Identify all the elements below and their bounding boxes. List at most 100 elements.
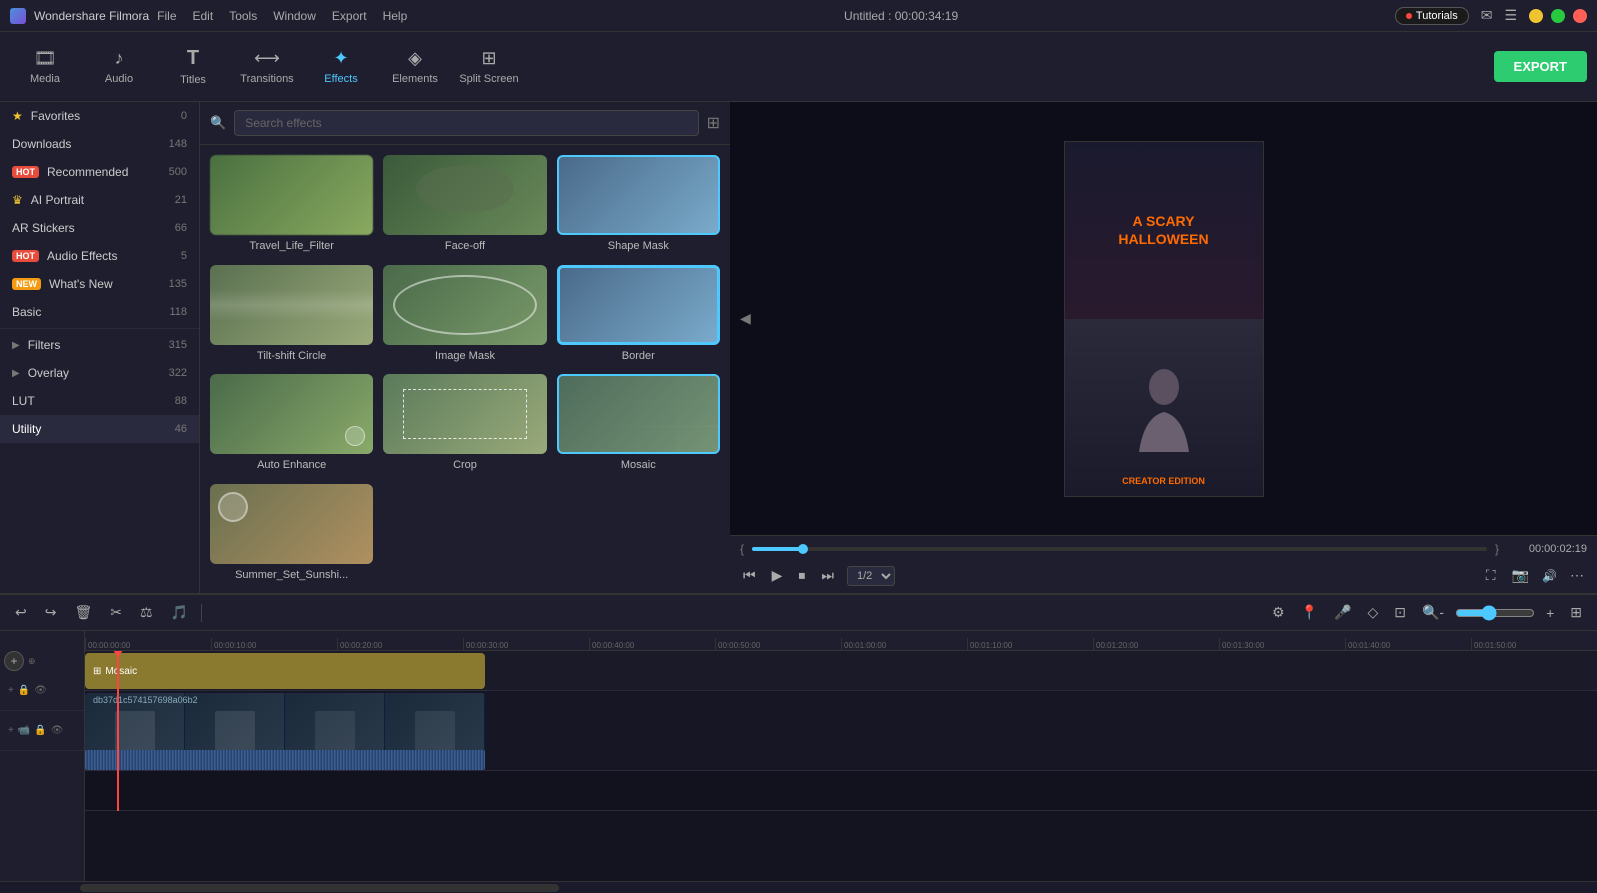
panel-item-downloads[interactable]: Downloads 148 — [0, 130, 199, 158]
elements-icon: ◈ — [408, 48, 422, 69]
skip-forward-button[interactable]: ⏭ — [818, 564, 837, 587]
voice-button[interactable]: 🎤 — [1329, 602, 1356, 623]
tool-transitions[interactable]: ⟷ Transitions — [232, 37, 302, 97]
speed-select[interactable]: 1/2 1/4 1 — [847, 566, 895, 586]
panel-item-utility[interactable]: Utility 46 — [0, 415, 199, 443]
progress-handle[interactable] — [798, 544, 808, 554]
ruler-mark-6: 00:01:00:00 — [841, 638, 967, 650]
tool-media[interactable]: 🎞 Media — [10, 37, 80, 97]
panel-item-favorites[interactable]: ★ Favorites 0 — [0, 102, 199, 130]
tool-audio-label: Audio — [105, 73, 133, 85]
tool-effects[interactable]: ✦ Effects — [306, 37, 376, 97]
panel-item-whats-new[interactable]: NEW What's New 135 — [0, 270, 199, 298]
fit-button[interactable]: ⊞ — [1565, 602, 1587, 623]
zoom-slider[interactable] — [1455, 605, 1535, 621]
effect-card-tilt-shift[interactable]: Tilt-shift Circle — [210, 265, 373, 365]
track-video-lock-icon[interactable]: 🔒 — [34, 725, 46, 736]
track-video-eye-icon[interactable]: 👁 — [51, 725, 64, 736]
tool-elements[interactable]: ◈ Elements — [380, 37, 450, 97]
adjust-button[interactable]: ⚖ — [135, 602, 158, 623]
cut-button[interactable]: ✂ — [105, 602, 127, 623]
track-effect-add-icon[interactable]: + — [8, 685, 14, 696]
keyframe-button[interactable]: ◇ — [1362, 602, 1383, 623]
progress-bar[interactable] — [752, 547, 1487, 551]
effect-card-shape-mask[interactable]: Shape Mask — [557, 155, 720, 255]
minimize-button[interactable] — [1529, 9, 1543, 23]
audio-trim-button[interactable]: 🎵 — [166, 602, 193, 623]
mosaic-clip[interactable]: ⊞ Mosaic — [85, 653, 485, 689]
progress-bar-container: { } 00:00:02:19 — [740, 542, 1587, 556]
panel-count-ai-portrait: 21 — [175, 194, 187, 206]
tool-split-screen[interactable]: ⊞ Split Screen — [454, 37, 524, 97]
timeline-scrollbar[interactable] — [0, 881, 1597, 893]
export-button[interactable]: EXPORT — [1494, 51, 1587, 82]
track-row-video: db37d1c574157698a06b2 — [85, 691, 1597, 771]
effect-card-crop[interactable]: Crop — [383, 374, 546, 474]
tutorials-button[interactable]: Tutorials — [1395, 7, 1469, 25]
effect-card-image-mask[interactable]: Image Mask — [383, 265, 546, 365]
track-settings-button[interactable]: ⚙ — [1267, 602, 1290, 623]
tool-titles[interactable]: T Titles — [158, 37, 228, 97]
recommended-left: HOT Recommended — [12, 165, 128, 179]
progress-fill — [752, 547, 803, 551]
timeline-ruler: 00:00:00:00 00:00:10:00 00:00:20:00 00:0… — [85, 631, 1597, 651]
maximize-button[interactable] — [1551, 9, 1565, 23]
zoom-out-button[interactable]: 🔍- — [1417, 602, 1449, 623]
fullscreen-button[interactable]: ⛶ — [1483, 564, 1499, 587]
menu-window[interactable]: Window — [273, 9, 316, 23]
zoom-in-button[interactable]: + — [1541, 603, 1559, 623]
scroll-thumb[interactable] — [80, 884, 559, 892]
close-button[interactable] — [1573, 9, 1587, 23]
snapshot-button[interactable]: 📷 — [1509, 564, 1532, 587]
skip-back-button[interactable]: ⏮ — [740, 564, 759, 587]
effect-card-auto-enhance[interactable]: Auto Enhance — [210, 374, 373, 474]
effect-card-border[interactable]: Border — [557, 265, 720, 365]
panel-item-ar-stickers[interactable]: AR Stickers 66 — [0, 214, 199, 242]
panel-item-overlay[interactable]: ▶ Overlay 322 — [0, 359, 199, 387]
preview-video: A SCARYHALLOWEEN CREATOR EDITION — [1064, 141, 1264, 497]
ruler-marks: 00:00:00:00 00:00:10:00 00:00:20:00 00:0… — [85, 638, 1597, 650]
effect-card-summer-set[interactable]: Summer_Set_Sunshi... — [210, 484, 373, 584]
menu-edit[interactable]: Edit — [193, 9, 214, 23]
titlebar: Wondershare Filmora File Edit Tools Wind… — [0, 0, 1597, 32]
panel-item-filters[interactable]: ▶ Filters 315 — [0, 331, 199, 359]
delete-button[interactable]: 🗑 — [69, 602, 97, 623]
bracket-left-icon: { — [740, 542, 744, 556]
tool-audio[interactable]: ♪ Audio — [84, 37, 154, 97]
snapshot-tl-button[interactable]: 📍 — [1296, 602, 1323, 623]
audio-icon: ♪ — [115, 48, 124, 69]
panel-item-basic[interactable]: Basic 118 — [0, 298, 199, 326]
playhead[interactable] — [117, 651, 119, 811]
effect-thumb-summer-set — [210, 484, 373, 564]
effect-card-mosaic[interactable]: Mosaic — [557, 374, 720, 474]
menu-export[interactable]: Export — [332, 9, 367, 23]
effect-card-face-off[interactable]: Face-off — [383, 155, 546, 255]
grid-view-icon[interactable]: ⊞ — [707, 113, 720, 133]
notifications-icon[interactable]: ✉ — [1481, 7, 1493, 24]
menu-help[interactable]: Help — [383, 9, 408, 23]
search-input[interactable] — [234, 110, 698, 136]
panel-item-ai-portrait[interactable]: ♛ AI Portrait 21 — [0, 186, 199, 214]
menu-icon[interactable]: ☰ — [1504, 7, 1517, 24]
play-button[interactable]: ▶ — [769, 564, 786, 587]
menu-file[interactable]: File — [157, 9, 176, 23]
track-effect-lock-icon[interactable]: 🔒 — [18, 685, 30, 696]
redo-button[interactable]: ↪ — [40, 602, 62, 623]
panel-item-lut[interactable]: LUT 88 — [0, 387, 199, 415]
menu-tools[interactable]: Tools — [229, 9, 257, 23]
stop-button[interactable]: ⏹ — [795, 564, 808, 587]
video-clip-label: db37d1c574157698a06b2 — [93, 695, 198, 705]
track-video-add-icon[interactable]: + — [8, 725, 14, 736]
collapse-panel-button[interactable]: ◀ — [740, 310, 751, 327]
effect-thumb-auto-enhance — [210, 374, 373, 454]
panel-item-recommended[interactable]: HOT Recommended 500 — [0, 158, 199, 186]
settings-button[interactable]: ⋯ — [1567, 564, 1587, 587]
track-effect-eye-icon[interactable]: 👁 — [34, 685, 47, 696]
panel-label-ar-stickers: AR Stickers — [12, 221, 75, 235]
pip-button[interactable]: ⊡ — [1389, 602, 1411, 623]
add-track-button[interactable]: + — [4, 651, 24, 671]
main-toolbar: 🎞 Media ♪ Audio T Titles ⟷ Transitions ✦… — [0, 32, 1597, 102]
panel-item-audio-effects[interactable]: HOT Audio Effects 5 — [0, 242, 199, 270]
undo-button[interactable]: ↩ — [10, 602, 32, 623]
effect-card-travel-life-filter[interactable]: Travel_Life_Filter — [210, 155, 373, 255]
